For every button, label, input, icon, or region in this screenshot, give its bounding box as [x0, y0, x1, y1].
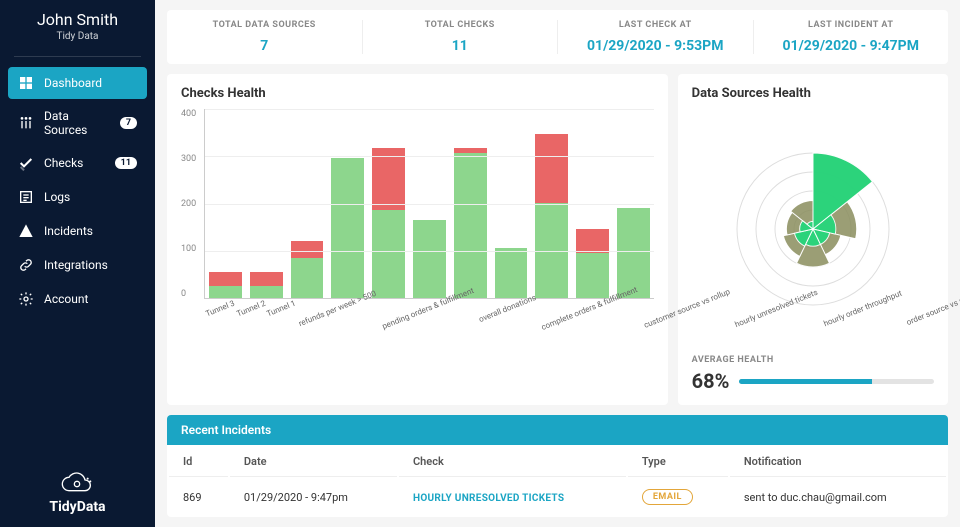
sidebar-item-logs[interactable]: Logs: [8, 181, 147, 213]
sidebar-item-dashboard[interactable]: Dashboard: [8, 67, 147, 99]
sidebar-item-data-sources[interactable]: Data Sources 7: [8, 101, 147, 145]
sidebar-item-label: Account: [44, 292, 137, 306]
cell-check: HOURLY UNRESOLVED TICKETS: [399, 479, 626, 515]
dashboard-icon: [18, 75, 34, 91]
charts-row: Checks Health 4003002001000 Tunnel 3Tunn…: [167, 74, 948, 405]
cell-date: 01/29/2020 - 9:47pm: [230, 479, 397, 515]
plot-area: Tunnel 3Tunnel 2Tunnel 1refunds per week…: [204, 109, 653, 299]
kpi-total-data-sources: TOTAL DATA SOURCES 7: [167, 20, 363, 54]
kpi-value: 7: [167, 38, 362, 54]
x-axis-label: pending orders & fulfillment: [379, 298, 477, 368]
badge: 11: [115, 157, 137, 169]
checks-icon: [18, 155, 34, 171]
x-axis-label: customer source vs rollup: [641, 298, 733, 368]
brand-name: TidyData: [49, 499, 105, 515]
alert-icon: [18, 223, 34, 239]
sidebar-item-checks[interactable]: Checks 11: [8, 147, 147, 179]
kpi-title: LAST INCIDENT AT: [754, 20, 949, 30]
sidebar-item-incidents[interactable]: Incidents: [8, 215, 147, 247]
recent-incidents-header: Recent Incidents: [167, 415, 948, 445]
kpi-last-check-at: LAST CHECK AT 01/29/2020 - 9:53PM: [558, 20, 754, 54]
main-content: TOTAL DATA SOURCES 7 TOTAL CHECKS 11 LAS…: [155, 0, 960, 527]
sidebar-item-label: Checks: [44, 156, 105, 170]
sidebar-item-label: Integrations: [44, 258, 137, 272]
kpi-value: 01/29/2020 - 9:47PM: [754, 38, 949, 54]
sidebar-item-label: Data Sources: [44, 109, 110, 137]
kpi-last-incident-at: LAST INCIDENT AT 01/29/2020 - 9:47PM: [754, 20, 949, 54]
nav: Dashboard Data Sources 7 Checks 11 Logs …: [0, 63, 155, 319]
kpi-value: 11: [363, 38, 558, 54]
divider: [14, 56, 141, 57]
x-axis-label: hourly order throughput: [821, 298, 905, 368]
logs-icon: [18, 189, 34, 205]
avg-health-value: 68%: [692, 369, 730, 393]
checks-health-chart: 4003002001000 Tunnel 3Tunnel 2Tunnel 1re…: [181, 109, 654, 393]
sidebar-item-account[interactable]: Account: [8, 283, 147, 315]
x-axis-label: Tunnel 2: [236, 298, 266, 368]
x-axis-label: overall donations: [477, 298, 538, 368]
card-title: Checks Health: [181, 86, 654, 101]
col-id: Id: [169, 447, 228, 477]
x-axis-label: hourly unresolved tickets: [732, 298, 820, 368]
cell-notification: sent to duc.chau@gmail.com: [730, 479, 946, 515]
x-axis-label: refunds per week > 500: [296, 298, 379, 368]
sidebar: John Smith Tidy Data Dashboard Data Sour…: [0, 0, 155, 527]
x-axis-label: order source vs rollup: [904, 298, 960, 368]
link-icon: [18, 257, 34, 273]
checks-health-card: Checks Health 4003002001000 Tunnel 3Tunn…: [167, 74, 668, 405]
brand-logo: TidyData: [49, 471, 105, 515]
incidents-table: Id Date Check Type Notification 869 01/2…: [167, 445, 948, 517]
sidebar-header: John Smith Tidy Data: [0, 0, 155, 50]
x-axis-label: complete orders & fulfillment: [538, 298, 641, 368]
org-name: Tidy Data: [14, 31, 141, 42]
x-axis-label: Tunnel 3: [205, 298, 235, 368]
col-type: Type: [628, 447, 728, 477]
avg-health-progress: [739, 379, 934, 384]
kpi-title: TOTAL DATA SOURCES: [167, 20, 362, 30]
cloud-icon: [57, 471, 97, 497]
sidebar-item-label: Incidents: [44, 224, 137, 238]
col-date: Date: [230, 447, 397, 477]
cell-id: 869: [169, 479, 228, 515]
sidebar-item-label: Dashboard: [44, 76, 137, 90]
sidebar-item-integrations[interactable]: Integrations: [8, 249, 147, 281]
sidebar-footer: TidyData: [0, 459, 155, 527]
recent-incidents-card: Recent Incidents Id Date Check Type Noti…: [167, 415, 948, 517]
kpi-row: TOTAL DATA SOURCES 7 TOTAL CHECKS 11 LAS…: [167, 10, 948, 64]
kpi-title: LAST CHECK AT: [558, 20, 753, 30]
x-axis-label: Tunnel 1: [266, 298, 296, 368]
type-pill: EMAIL: [642, 489, 693, 505]
card-title: Data Sources Health: [692, 86, 934, 101]
user-name: John Smith: [14, 10, 141, 29]
kpi-title: TOTAL CHECKS: [363, 20, 558, 30]
y-axis: 4003002001000: [181, 109, 204, 299]
sidebar-item-label: Logs: [44, 190, 137, 204]
col-notification: Notification: [730, 447, 946, 477]
kpi-value: 01/29/2020 - 9:53PM: [558, 38, 753, 54]
gear-icon: [18, 291, 34, 307]
col-check: Check: [399, 447, 626, 477]
kpi-total-checks: TOTAL CHECKS 11: [363, 20, 559, 54]
cell-type: EMAIL: [628, 479, 728, 515]
check-link[interactable]: HOURLY UNRESOLVED TICKETS: [413, 493, 564, 504]
sources-icon: [18, 115, 34, 131]
badge: 7: [120, 117, 137, 129]
table-row[interactable]: 869 01/29/2020 - 9:47pm HOURLY UNRESOLVE…: [169, 479, 946, 515]
